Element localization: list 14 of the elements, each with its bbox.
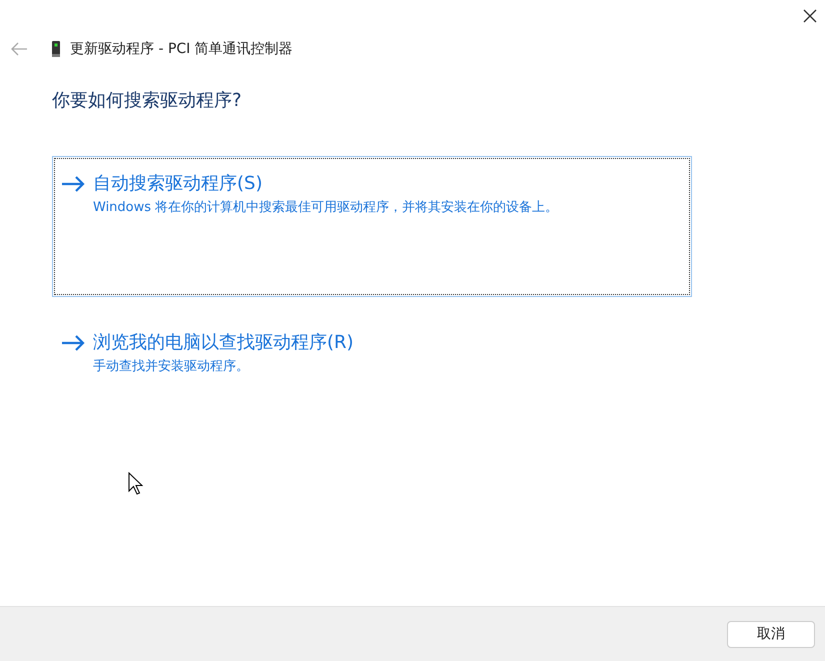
option-title: 浏览我的电脑以查找驱动程序(R) [93, 331, 354, 354]
cursor-icon [128, 472, 144, 496]
option-title: 自动搜索驱动程序(S) [93, 172, 264, 195]
option-link[interactable]: 自动搜索驱动程序(S) Windows 将在你的计算机中搜索最佳可用驱动程序，并将其安装在你的设备上。 [52, 156, 692, 297]
option-description: Windows 将在你的计算机中搜索最佳可用驱动程序，并将其安装在你的设备上。 [93, 199, 558, 216]
option-description: 手动查找并安装驱动程序。 [93, 358, 250, 375]
close-icon[interactable] [803, 9, 817, 23]
arrow-icon [61, 335, 85, 351]
option-link[interactable]: 浏览我的电脑以查找驱动程序(R) 手动查找并安装驱动程序。 [52, 315, 692, 376]
heading: 你要如何搜索驱动程序? [52, 89, 243, 112]
arrow-icon [61, 176, 85, 192]
cancel-button[interactable]: 取消 [727, 620, 815, 648]
device-icon [52, 41, 60, 57]
window-title: 更新驱动程序 - PCI 简单通讯控制器 [70, 40, 293, 58]
